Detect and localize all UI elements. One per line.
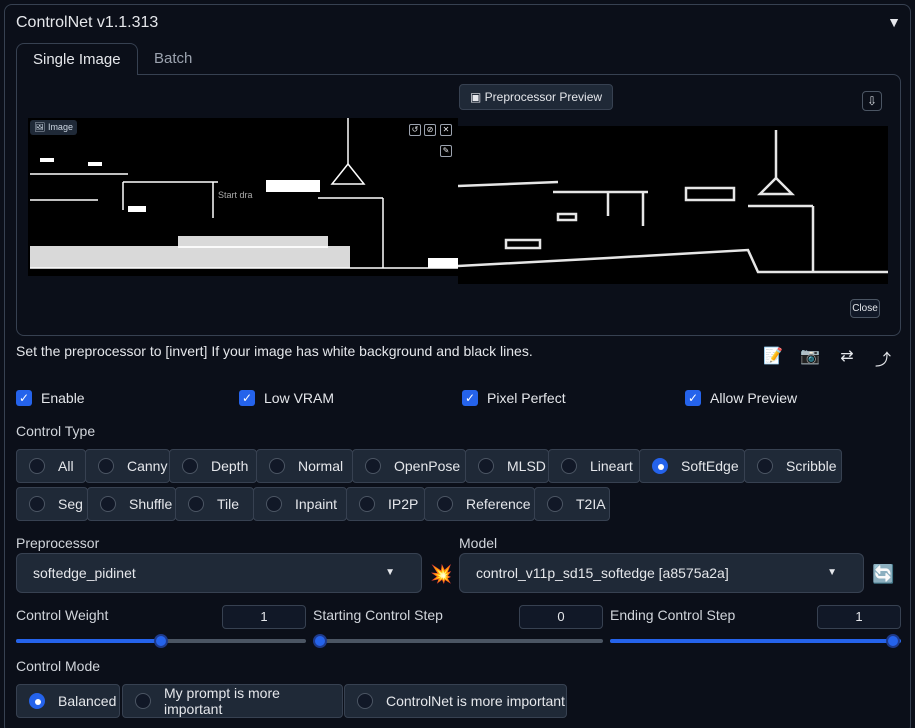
- check-icon: ✓: [239, 390, 255, 406]
- radio-scribble[interactable]: Scribble: [744, 449, 842, 483]
- swap-icon[interactable]: ⇄: [834, 346, 860, 368]
- tab-batch[interactable]: Batch: [138, 43, 218, 75]
- check-icon: ✓: [462, 390, 478, 406]
- slider-thumb: [154, 634, 168, 648]
- radio-softedge[interactable]: SoftEdge: [639, 449, 745, 483]
- control-mode-label: Control Mode: [16, 658, 101, 674]
- checkbox-allow-preview[interactable]: ✓ Allow Preview: [685, 390, 797, 406]
- checkbox-low-vram[interactable]: ✓ Low VRAM: [239, 390, 334, 406]
- brush-icon[interactable]: ✎: [440, 145, 452, 157]
- preview-drawing: [458, 130, 888, 274]
- radio-balanced[interactable]: Balanced: [16, 684, 120, 718]
- preprocessor-label: Preprocessor: [16, 535, 100, 551]
- run-preprocessor-icon[interactable]: 💥: [430, 564, 452, 585]
- preprocessor-select[interactable]: softedge_pidinet ▼: [16, 553, 422, 593]
- collapse-icon[interactable]: ▼: [887, 14, 901, 30]
- start-drawing-label: Start dra: [218, 190, 253, 200]
- radio-lineart[interactable]: Lineart: [548, 449, 640, 483]
- end-step-input[interactable]: 1: [817, 605, 901, 629]
- image-chip: 🖼 Image: [30, 120, 77, 135]
- weight-input[interactable]: 1: [222, 605, 306, 629]
- radio-canny[interactable]: Canny: [85, 449, 170, 483]
- radio-ip2p[interactable]: IP2P: [346, 487, 425, 521]
- radio-mlsd[interactable]: MLSD: [465, 449, 549, 483]
- slider-thumb: [886, 634, 900, 648]
- radio-t2ia[interactable]: T2IA: [534, 487, 610, 521]
- model-label: Model: [459, 535, 498, 551]
- radio-depth[interactable]: Depth: [169, 449, 257, 483]
- start-step-label: Starting Control Step: [313, 607, 443, 623]
- send-icon[interactable]: ⤴: [870, 346, 896, 369]
- preprocessor-preview-image: [458, 126, 888, 284]
- start-step-slider[interactable]: [313, 634, 603, 648]
- download-icon[interactable]: ⇩: [862, 91, 882, 111]
- weight-slider[interactable]: [16, 634, 306, 648]
- radio-reference[interactable]: Reference: [424, 487, 535, 521]
- control-type-label: Control Type: [16, 423, 96, 439]
- chevron-down-icon: ▼: [827, 567, 837, 578]
- close-preview-button[interactable]: Close: [850, 299, 880, 318]
- slider-thumb: [313, 634, 327, 648]
- check-icon: ✓: [685, 390, 701, 406]
- radio-all[interactable]: All: [16, 449, 86, 483]
- refresh-icon[interactable]: 🔄: [872, 564, 894, 585]
- undo-icon[interactable]: ↺: [409, 124, 421, 136]
- model-select[interactable]: control_v11p_sd15_softedge [a8575a2a] ▼: [459, 553, 864, 593]
- weight-label: Control Weight: [16, 607, 109, 623]
- preprocessor-preview-chip: ▣ Preprocessor Preview: [459, 84, 614, 110]
- radio-prompt-important[interactable]: My prompt is more important: [122, 684, 343, 718]
- radio-normal[interactable]: Normal: [256, 449, 353, 483]
- check-icon: ✓: [16, 390, 32, 406]
- end-step-slider[interactable]: [610, 634, 901, 648]
- radio-openpose[interactable]: OpenPose: [352, 449, 466, 483]
- radio-shuffle[interactable]: Shuffle: [87, 487, 176, 521]
- radio-tile[interactable]: Tile: [175, 487, 254, 521]
- panel-title[interactable]: ControlNet v1.1.313: [16, 14, 158, 32]
- close-icon[interactable]: ✕: [440, 124, 452, 136]
- radio-inpaint[interactable]: Inpaint: [253, 487, 347, 521]
- notepad-icon[interactable]: 📝: [760, 346, 786, 368]
- chevron-down-icon: ▼: [385, 567, 395, 578]
- hint-text: Set the preprocessor to [invert] If your…: [16, 343, 533, 359]
- end-step-label: Ending Control Step: [610, 607, 736, 623]
- camera-icon[interactable]: 📷: [797, 346, 823, 368]
- radio-seg[interactable]: Seg: [16, 487, 88, 521]
- clear-icon[interactable]: ⊘: [424, 124, 436, 136]
- start-step-input[interactable]: 0: [519, 605, 603, 629]
- checkbox-enable[interactable]: ✓ Enable: [16, 390, 85, 406]
- tab-single-image[interactable]: Single Image: [16, 43, 138, 75]
- checkbox-pixel-perfect[interactable]: ✓ Pixel Perfect: [462, 390, 566, 406]
- radio-controlnet-important[interactable]: ControlNet is more important: [344, 684, 567, 718]
